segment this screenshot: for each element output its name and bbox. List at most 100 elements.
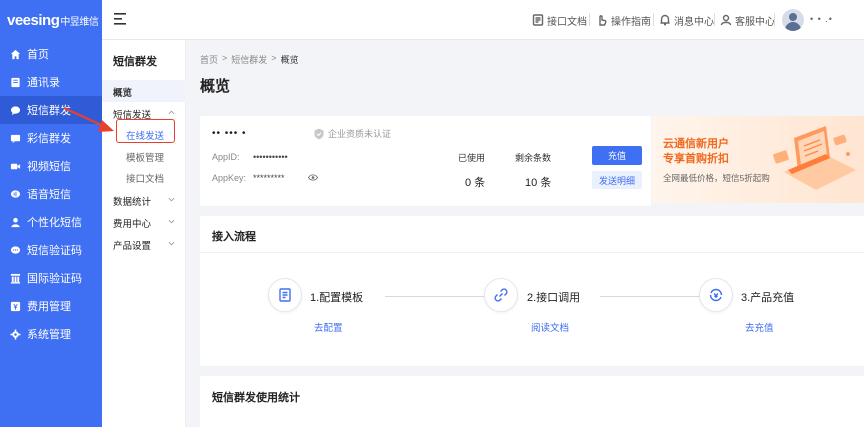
header-link-label: 操作指南 (611, 16, 651, 28)
breadcrumb-home[interactable]: 首页 (200, 53, 218, 66)
main-content: 首页 > 短信群发 > 概览 概览 •• ••• • 企业资质未认证 AppID… (186, 40, 864, 427)
bell-icon (660, 14, 670, 26)
sidebar-item-voice-sms[interactable]: 语音短信 (0, 180, 102, 208)
step-1-label: 1.配置模板 (310, 292, 364, 304)
account-card: •• ••• • 企业资质未认证 AppID: ••••••••••• AppK… (200, 116, 651, 206)
chevron-down-icon[interactable] (168, 218, 175, 225)
step-connector (600, 296, 702, 297)
breadcrumb: 首页 > 短信群发 > 概览 (200, 53, 299, 66)
used-value: 0 条 (465, 177, 486, 189)
promo-line-2: 专享首购折扣 (663, 153, 729, 165)
flow-title: 接入流程 (212, 231, 256, 243)
sidebar-item-label: 个性化短信 (27, 217, 82, 229)
logo-cn-text: 中昱维信 (60, 16, 99, 28)
chevron-up-icon[interactable] (168, 109, 175, 116)
menu-toggle-icon[interactable] (114, 12, 128, 26)
settings-icon (10, 328, 21, 340)
link-icon (494, 288, 508, 302)
send-details-button[interactable]: 发送明细 (592, 171, 642, 189)
sidebar-item-international-code[interactable]: 国际验证码 (0, 264, 102, 292)
appid-value: ••••••••••• (253, 152, 288, 162)
sidebar-item-label: 首页 (27, 49, 49, 61)
divider (200, 252, 864, 253)
header-link-api-docs[interactable]: 接口文档 (532, 12, 587, 28)
header-separator (774, 13, 775, 26)
chevron-down-icon[interactable] (168, 240, 175, 247)
header-link-guide[interactable]: 操作指南 (596, 12, 651, 28)
header-link-messages[interactable]: 消息中心 (659, 12, 714, 28)
sidebar-item-label: 视频短信 (27, 161, 71, 173)
support-icon (720, 14, 732, 26)
subnav-item-api-docs[interactable]: 接口文档 (126, 171, 164, 185)
breadcrumb-separator: > (271, 53, 277, 63)
recharge-link[interactable]: 去充值 (745, 320, 774, 334)
step-1-circle (268, 278, 302, 312)
sidebar-item-contacts[interactable]: 通讯录 (0, 68, 102, 96)
sidebar-item-label: 通讯录 (27, 77, 60, 89)
sidebar-item-video-sms[interactable]: 视频短信 (0, 152, 102, 180)
secondary-sidebar: 短信群发 概览 短信发送 在线发送 模板管理 接口文档 数据统计 费用中心 产品… (102, 40, 186, 427)
appid-label: AppID: (212, 152, 240, 162)
brand-logo[interactable]: veesing 中昱维信 (0, 0, 102, 40)
chevron-down-icon[interactable] (168, 196, 175, 203)
contacts-icon (10, 77, 21, 88)
eye-icon[interactable] (308, 174, 318, 181)
usage-stats-card: 短信群发使用统计 (200, 376, 864, 427)
sidebar-item-home[interactable]: 首页 (0, 40, 102, 68)
username[interactable]: • • .• (810, 14, 833, 24)
promo-laptop-icon (773, 126, 856, 190)
subnav-item-template-management[interactable]: 模板管理 (126, 150, 164, 164)
recharge-button[interactable]: 充值 (592, 146, 642, 165)
promo-line-3: 全网最低价格，短信5折起购 (663, 173, 770, 183)
remain-label: 剩余条数 (515, 153, 552, 163)
video-icon (10, 161, 21, 172)
header-separator (714, 13, 715, 26)
mms-icon (10, 133, 21, 144)
verify-icon (10, 245, 21, 256)
subnav-group-data-stats[interactable]: 数据统计 (113, 194, 151, 208)
subnav-group-fee-center[interactable]: 费用中心 (113, 216, 151, 230)
sidebar-item-label: 语音短信 (27, 189, 71, 201)
home-icon (10, 49, 21, 60)
breadcrumb-current: 概览 (280, 55, 299, 65)
sidebar-item-label: 费用管理 (27, 301, 71, 313)
document-icon (532, 14, 544, 26)
cert-status-text: 企业资质未认证 (328, 129, 392, 139)
logo-text: veesing (7, 11, 60, 29)
page-title: 概览 (200, 78, 231, 95)
account-name: •• ••• • (212, 128, 247, 139)
sidebar-item-label: 国际验证码 (27, 273, 82, 285)
header-link-label: 接口文档 (547, 16, 587, 28)
sidebar-item-fee-management[interactable]: 费用管理 (0, 292, 102, 320)
annotation-arrow-icon (63, 106, 114, 132)
main-sidebar: veesing 中昱维信 首页 通讯录 短信群发 彩信群发 视频短信 语音短信 … (0, 0, 102, 427)
sidebar-item-system-settings[interactable]: 系统管理 (0, 320, 102, 348)
appkey-label: AppKey: (212, 173, 247, 183)
international-icon (10, 273, 21, 284)
read-docs-link[interactable]: 阅读文档 (531, 320, 569, 334)
sidebar-item-verify-code[interactable]: 短信验证码 (0, 236, 102, 264)
breadcrumb-separator: > (222, 53, 228, 63)
recharge-icon (709, 288, 723, 302)
avatar[interactable] (782, 9, 804, 31)
subnav-item-overview[interactable]: 概览 (113, 85, 132, 99)
subnav-group-product-settings[interactable]: 产品设置 (113, 238, 151, 252)
remain-value: 10 条 (525, 177, 552, 189)
hand-icon (599, 15, 607, 26)
certification-status[interactable]: 企业资质未认证 (313, 127, 391, 140)
personalize-icon (10, 217, 21, 228)
fee-icon (10, 301, 21, 312)
template-icon (279, 288, 291, 302)
header-separator (653, 13, 654, 26)
header-link-support[interactable]: 客服中心 (720, 12, 775, 28)
sidebar-item-personalized-sms[interactable]: 个性化短信 (0, 208, 102, 236)
promo-line-1: 云通信新用户 (663, 138, 729, 150)
subnav-title: 短信群发 (113, 56, 157, 68)
configure-link[interactable]: 去配置 (314, 320, 343, 334)
promo-banner[interactable]: 云通信新用户 专享首购折扣 全网最低价格，短信5折起购 (652, 116, 864, 203)
step-3-label: 3.产品充值 (741, 292, 795, 304)
breadcrumb-section[interactable]: 短信群发 (231, 53, 267, 66)
header-separator (589, 13, 590, 26)
step-2-circle (484, 278, 518, 312)
header-link-label: 客服中心 (735, 16, 775, 28)
